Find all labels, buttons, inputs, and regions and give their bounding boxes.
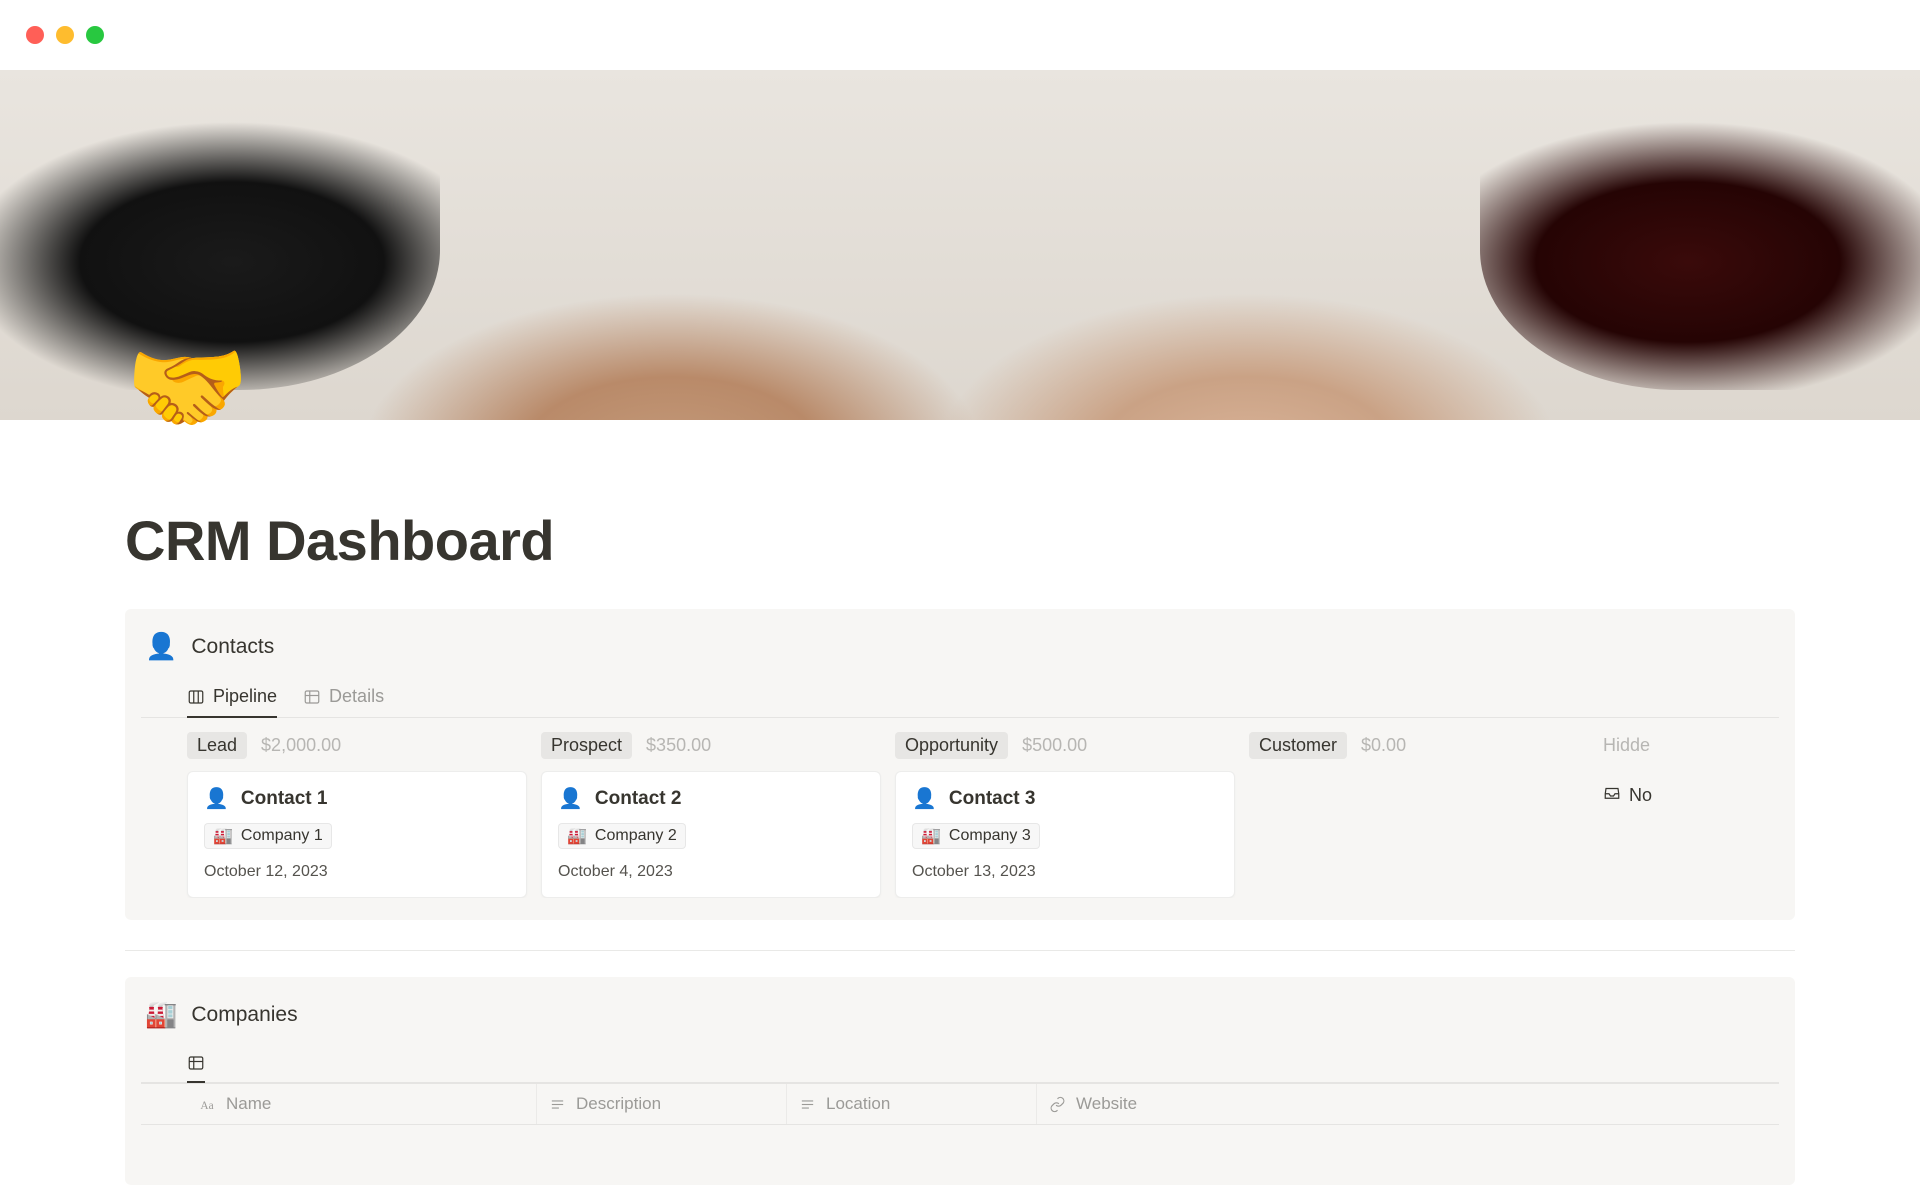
hidden-row-label: No	[1629, 785, 1652, 806]
page-icon[interactable]: 🤝	[125, 338, 250, 438]
tab-table-view[interactable]	[187, 1048, 205, 1082]
pipeline-column-prospect: Prospect $350.00 👤 Contact 2 🏭 Company 2…	[541, 732, 881, 898]
factory-icon: 🏭	[921, 826, 941, 846]
stage-amount: $2,000.00	[261, 735, 341, 756]
column-header-location[interactable]: Location	[787, 1084, 1037, 1124]
tab-details[interactable]: Details	[303, 680, 384, 717]
column-label: Website	[1076, 1094, 1137, 1114]
person-silhouette-icon: 👤	[204, 786, 229, 811]
factory-icon: 🏭	[567, 826, 587, 846]
column-header[interactable]: Customer $0.00	[1249, 732, 1589, 759]
pipeline-column-lead: Lead $2,000.00 👤 Contact 1 🏭 Company 1 O…	[187, 732, 527, 898]
tab-label: Pipeline	[213, 686, 277, 707]
companies-tabs	[141, 1048, 1779, 1083]
stage-pill: Customer	[1249, 732, 1347, 759]
window-titlebar	[0, 0, 1920, 70]
companies-section: 🏭 Companies Aa Name Description	[125, 977, 1795, 1185]
stage-amount: $500.00	[1022, 735, 1087, 756]
page-content: 🤝 CRM Dashboard 👤 Contacts Pipeline Deta…	[0, 420, 1920, 1185]
cover-decoration	[1480, 70, 1920, 390]
hidden-label: Hidde	[1603, 735, 1663, 756]
card-title: Contact 1	[241, 788, 328, 810]
companies-table-header: Aa Name Description Location W	[141, 1083, 1779, 1125]
stage-amount: $350.00	[646, 735, 711, 756]
contact-card[interactable]: 👤 Contact 2 🏭 Company 2 October 4, 2023	[541, 771, 881, 898]
companies-header[interactable]: 🏭 Companies	[141, 999, 1779, 1030]
column-header-website[interactable]: Website	[1037, 1084, 1287, 1124]
person-silhouette-icon: 👤	[558, 786, 583, 811]
card-title-row: 👤 Contact 1	[204, 786, 510, 811]
inbox-icon	[1603, 784, 1621, 807]
column-header-name[interactable]: Aa Name	[187, 1084, 537, 1124]
stage-pill: Lead	[187, 732, 247, 759]
divider	[125, 950, 1795, 951]
column-header-description[interactable]: Description	[537, 1084, 787, 1124]
contacts-title: Contacts	[191, 635, 274, 659]
page-title[interactable]: CRM Dashboard	[125, 508, 1795, 573]
card-title-row: 👤 Contact 3	[912, 786, 1218, 811]
contacts-tabs: Pipeline Details	[141, 680, 1779, 718]
pipeline-board: Lead $2,000.00 👤 Contact 1 🏭 Company 1 O…	[141, 732, 1779, 898]
board-icon	[187, 688, 205, 706]
card-title: Contact 2	[595, 788, 682, 810]
company-chip[interactable]: 🏭 Company 3	[912, 823, 1040, 849]
window-minimize-button[interactable]	[56, 26, 74, 44]
window-maximize-button[interactable]	[86, 26, 104, 44]
title-icon: Aa	[199, 1096, 216, 1113]
factory-icon: 🏭	[145, 999, 177, 1030]
card-title: Contact 3	[949, 788, 1036, 810]
column-label: Location	[826, 1094, 890, 1114]
factory-icon: 🏭	[213, 826, 233, 846]
company-name: Company 1	[241, 827, 323, 845]
company-chip[interactable]: 🏭 Company 2	[558, 823, 686, 849]
card-title-row: 👤 Contact 2	[558, 786, 864, 811]
contacts-section: 👤 Contacts Pipeline Details Lead	[125, 609, 1795, 920]
hidden-row[interactable]: No	[1603, 784, 1663, 807]
tab-label: Details	[329, 686, 384, 707]
pipeline-column-customer: Customer $0.00	[1249, 732, 1589, 898]
svg-text:Aa: Aa	[200, 1099, 213, 1111]
column-label: Name	[226, 1094, 271, 1114]
text-lines-icon	[799, 1096, 816, 1113]
cover-image[interactable]	[0, 70, 1920, 420]
column-header[interactable]: Prospect $350.00	[541, 732, 881, 759]
card-date: October 12, 2023	[204, 863, 510, 881]
company-name: Company 2	[595, 827, 677, 845]
company-chip[interactable]: 🏭 Company 1	[204, 823, 332, 849]
stage-pill: Prospect	[541, 732, 632, 759]
tab-pipeline[interactable]: Pipeline	[187, 680, 277, 717]
window-close-button[interactable]	[26, 26, 44, 44]
table-icon	[303, 688, 321, 706]
pipeline-column-opportunity: Opportunity $500.00 👤 Contact 3 🏭 Compan…	[895, 732, 1235, 898]
companies-title: Companies	[191, 1003, 297, 1027]
column-label: Description	[576, 1094, 661, 1114]
text-lines-icon	[549, 1096, 566, 1113]
stage-amount: $0.00	[1361, 735, 1406, 756]
contact-card[interactable]: 👤 Contact 1 🏭 Company 1 October 12, 2023	[187, 771, 527, 898]
contacts-header[interactable]: 👤 Contacts	[141, 631, 1779, 662]
card-date: October 13, 2023	[912, 863, 1218, 881]
stage-pill: Opportunity	[895, 732, 1008, 759]
table-icon	[187, 1054, 205, 1072]
column-header[interactable]: Opportunity $500.00	[895, 732, 1235, 759]
contact-card[interactable]: 👤 Contact 3 🏭 Company 3 October 13, 2023	[895, 771, 1235, 898]
hidden-groups-column[interactable]: Hidde No	[1603, 732, 1663, 898]
company-name: Company 3	[949, 827, 1031, 845]
link-icon	[1049, 1096, 1066, 1113]
column-header[interactable]: Lead $2,000.00	[187, 732, 527, 759]
person-silhouette-icon: 👤	[145, 631, 177, 662]
card-date: October 4, 2023	[558, 863, 864, 881]
person-silhouette-icon: 👤	[912, 786, 937, 811]
